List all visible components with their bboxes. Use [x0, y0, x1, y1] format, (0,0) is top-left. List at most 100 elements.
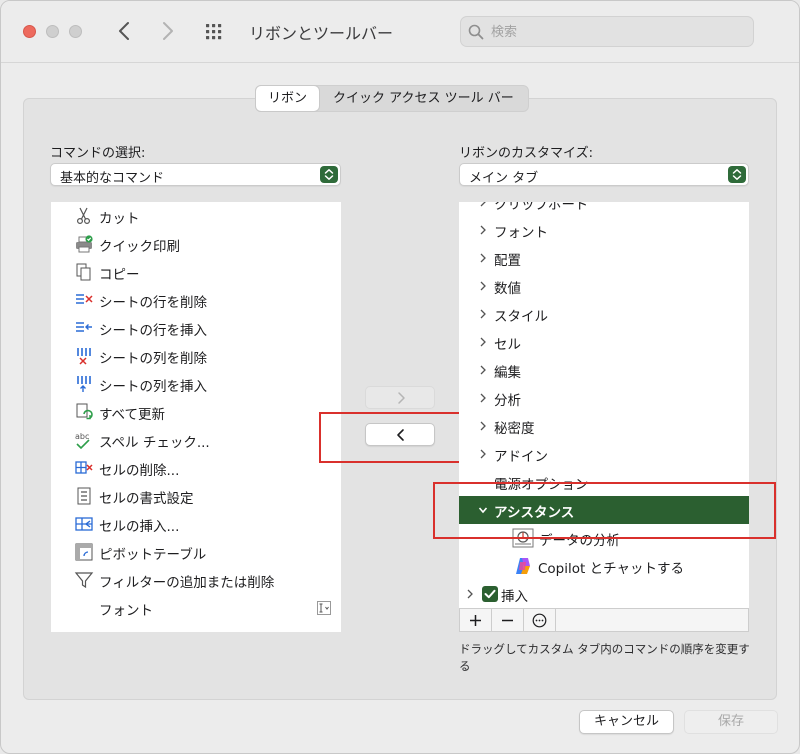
list-item[interactable]: abc スペル チェック...	[51, 426, 341, 454]
list-item[interactable]: フィルターの追加または削除	[51, 566, 341, 594]
list-item[interactable]: セルの削除...	[51, 454, 341, 482]
popup-stepper-icon	[320, 166, 338, 183]
copilot-icon	[514, 557, 532, 575]
insert-rows-icon	[74, 318, 94, 338]
list-item[interactable]: すべて更新	[51, 398, 341, 426]
customize-ribbon-label: リボンのカスタマイズ:	[459, 146, 593, 161]
chevron-right-icon	[480, 253, 486, 263]
insert-cells-icon	[74, 514, 94, 534]
chevron-right-icon	[480, 421, 486, 431]
list-item-label: カット	[99, 211, 140, 227]
svg-text:abc: abc	[75, 432, 89, 441]
more-options-button[interactable]	[524, 609, 556, 631]
popup-stepper-icon	[728, 166, 746, 183]
tree-item-addins[interactable]: アドイン	[459, 440, 749, 468]
minus-icon	[502, 619, 513, 622]
refresh-all-icon	[74, 402, 94, 422]
list-item-label: セルの挿入...	[99, 519, 180, 535]
list-item-label: すべて更新	[99, 407, 166, 423]
tree-item-label: 数値	[494, 281, 521, 297]
list-item-label: フィルターの追加または削除	[99, 575, 275, 591]
list-item[interactable]: シートの列を挿入	[51, 370, 341, 398]
tree-item-styles[interactable]: スタイル	[459, 300, 749, 328]
search-field[interactable]	[460, 16, 754, 47]
list-item-label: シートの列を削除	[99, 351, 207, 367]
highlight-annotation	[433, 482, 776, 539]
pivot-table-icon	[74, 542, 94, 562]
chevron-right-icon	[480, 393, 486, 403]
list-item-label: クイック印刷	[99, 239, 180, 255]
zoom-window-button[interactable]	[69, 25, 82, 38]
forward-button[interactable]	[153, 17, 181, 45]
tree-item-label: 分析	[494, 393, 521, 409]
list-item[interactable]: シートの行を削除	[51, 286, 341, 314]
chevron-right-icon	[480, 365, 486, 375]
tree-item-label: 挿入	[501, 589, 528, 605]
list-item[interactable]: シートの列を削除	[51, 342, 341, 370]
close-window-button[interactable]	[23, 25, 36, 38]
tab-quick-access-toolbar[interactable]: クイック アクセス ツール バー	[319, 86, 528, 111]
tree-item-alignment[interactable]: 配置	[459, 244, 749, 272]
tree-item-cells[interactable]: セル	[459, 328, 749, 356]
show-all-button[interactable]	[202, 19, 228, 45]
tree-item-editing[interactable]: 編集	[459, 356, 749, 384]
tree-item-number[interactable]: 数値	[459, 272, 749, 300]
back-button[interactable]	[111, 17, 139, 45]
list-item-label: シートの行を削除	[99, 295, 207, 311]
tree-item-sensitivity[interactable]: 秘密度	[459, 412, 749, 440]
tree-item-label: アドイン	[494, 449, 548, 465]
choose-commands-value: 基本的なコマンド	[60, 171, 165, 186]
cancel-button[interactable]: キャンセル	[579, 710, 674, 734]
list-item-label: ピボットテーブル	[99, 547, 207, 563]
add-tab-button[interactable]	[460, 609, 492, 631]
ribbon-tabs-list[interactable]: クリップボード フォント 配置 数値 スタイル セル 編集 分析 秘密度 アドイ…	[459, 202, 749, 608]
grid-icon	[206, 24, 222, 40]
window-title: リボンとツールバー	[249, 24, 394, 43]
format-cells-icon	[74, 486, 94, 506]
list-item[interactable]: コピー	[51, 258, 341, 286]
save-button[interactable]: 保存	[684, 710, 778, 734]
tab-ribbon[interactable]: リボン	[256, 86, 320, 111]
choose-commands-label: コマンドの選択:	[50, 146, 146, 161]
tree-item-clipboard[interactable]: クリップボード	[459, 202, 749, 216]
list-item-label: スペル チェック...	[99, 435, 210, 451]
preferences-window: リボンとツールバー リボン クイック アクセス ツール バー コマンドの選択: …	[0, 0, 800, 754]
plus-icon	[470, 615, 481, 626]
tree-item-label: フォント	[494, 225, 548, 241]
chevron-right-icon	[480, 281, 486, 291]
list-item[interactable]: シートの行を挿入	[51, 314, 341, 342]
insert-columns-icon	[74, 374, 94, 394]
tree-item-analysis[interactable]: 分析	[459, 384, 749, 412]
tree-item-font[interactable]: フォント	[459, 216, 749, 244]
tree-item-copilot-chat[interactable]: Copilot とチャットする	[459, 552, 749, 580]
list-item-label: セルの削除...	[99, 463, 180, 479]
list-item[interactable]: クイック印刷	[51, 230, 341, 258]
list-item-label: シートの列を挿入	[99, 379, 207, 395]
delete-cells-icon	[74, 458, 94, 478]
tree-item-label: 秘密度	[494, 421, 535, 437]
remove-tab-button[interactable]	[492, 609, 524, 631]
chevron-right-icon	[480, 337, 486, 347]
checkbox-checked-icon[interactable]	[482, 586, 498, 602]
chevron-right-icon	[398, 392, 405, 404]
add-command-button[interactable]	[365, 386, 435, 409]
list-item[interactable]: セルの挿入...	[51, 510, 341, 538]
minimize-window-button[interactable]	[46, 25, 59, 38]
choose-commands-dropdown[interactable]: 基本的なコマンド	[50, 163, 341, 186]
tree-item-insert[interactable]: 挿入	[459, 580, 749, 608]
search-input[interactable]	[491, 22, 741, 42]
tree-item-label: スタイル	[494, 309, 548, 325]
drag-hint-text: ドラッグしてカスタム タブ内のコマンドの順序を変更する	[459, 642, 750, 673]
customize-ribbon-dropdown[interactable]: メイン タブ	[459, 163, 749, 186]
chevron-right-icon	[480, 202, 486, 207]
list-item[interactable]: フォント	[51, 594, 341, 622]
list-item[interactable]: カット	[51, 202, 341, 230]
commands-list[interactable]: カット クイック印刷 コピー シートの行を削除 シートの行を挿入 シートの列を削…	[51, 202, 341, 632]
list-item[interactable]: ピボットテーブル	[51, 538, 341, 566]
tree-item-label: Copilot とチャットする	[538, 561, 684, 577]
list-item-label: セルの書式設定	[99, 491, 194, 507]
list-item-label: コピー	[99, 267, 140, 283]
chevron-right-icon	[480, 225, 486, 235]
list-item[interactable]: セルの書式設定	[51, 482, 341, 510]
tree-item-label: クリップボード	[494, 202, 589, 213]
